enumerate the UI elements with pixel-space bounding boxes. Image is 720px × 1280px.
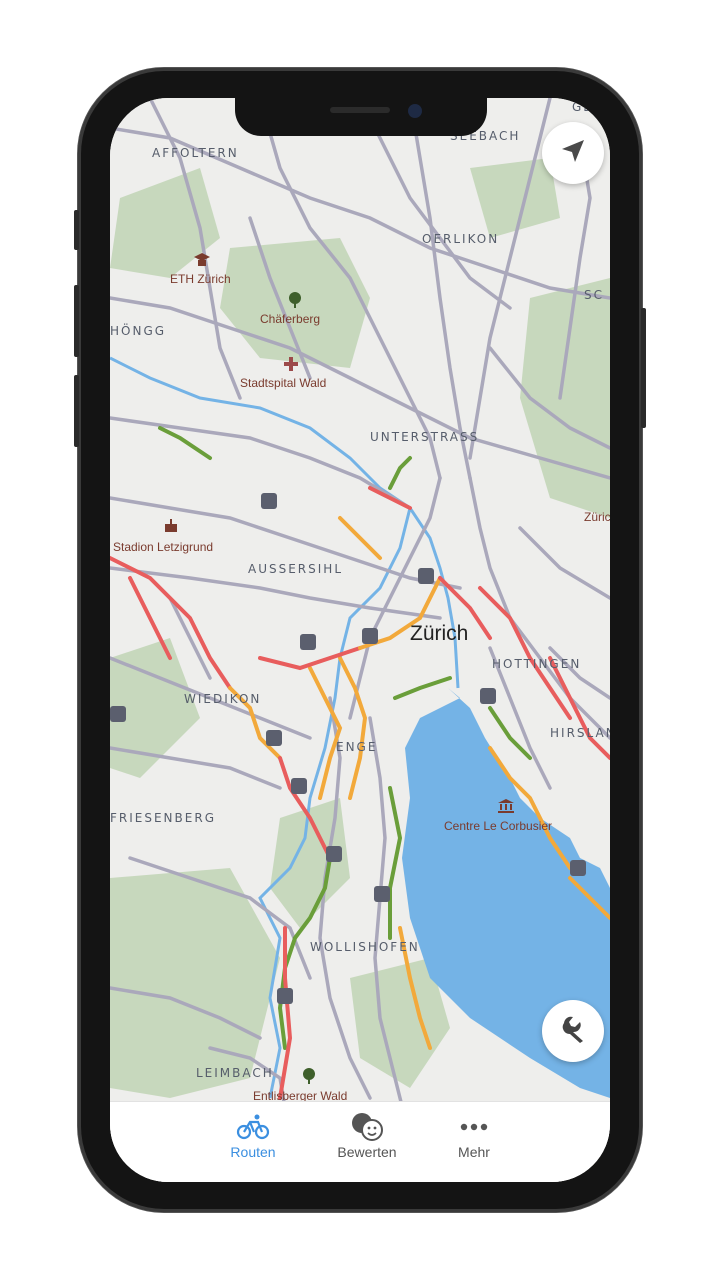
district-label-wiedikon: WIEDIKON xyxy=(184,692,262,706)
district-label-hirslanden: HIRSLANDEN xyxy=(550,726,610,740)
poi-chaferberg: Chäferberg xyxy=(260,312,321,326)
tools-button[interactable] xyxy=(542,1000,604,1062)
district-label-enge: ENGE xyxy=(336,740,378,754)
museum-icon xyxy=(498,798,514,813)
navigation-arrow-icon xyxy=(559,137,587,169)
tab-bewerten-label: Bewerten xyxy=(337,1144,397,1160)
tab-routen[interactable]: Routen xyxy=(203,1110,303,1160)
map-canvas[interactable] xyxy=(110,98,610,1182)
power-button xyxy=(641,308,646,428)
earpiece-speaker xyxy=(330,107,390,113)
notch xyxy=(235,98,487,136)
poi-stadion-letzigrund: Stadion Letzigrund xyxy=(113,540,214,554)
district-label-wollishofen: WOLLISHOFEN xyxy=(310,940,420,954)
district-label-affoltern: AFFOLTERN xyxy=(152,146,239,160)
district-label-friesenberg: FRIESENBERG xyxy=(110,811,216,825)
district-label-hottingen: HOTTINGEN xyxy=(492,657,582,671)
district-label-aussersihl: AUSSERSIHL xyxy=(248,562,344,576)
district-label-unterstrass: UNTERSTRASS xyxy=(370,430,480,444)
rating-faces-icon xyxy=(317,1110,417,1144)
tab-mehr-label: Mehr xyxy=(458,1144,490,1160)
hospital-icon xyxy=(283,356,299,372)
district-label-gl: GL xyxy=(572,100,592,114)
bicycle-icon xyxy=(203,1110,303,1144)
poi-centre-le-corbusier: Centre Le Corbusier xyxy=(444,819,553,833)
app-screen: AFFOLTERN OERLIKON UNTERSTRASS AUSSERSIH… xyxy=(110,98,610,1182)
district-label-sc: SC xyxy=(584,288,604,302)
tab-mehr[interactable]: Mehr xyxy=(424,1110,524,1160)
city-label: Zürich xyxy=(410,622,469,645)
tab-routen-label: Routen xyxy=(230,1144,276,1160)
mute-switch xyxy=(74,210,79,250)
bottom-tab-bar: Routen Bewerten Mehr xyxy=(110,1101,610,1182)
poi-eth-zurich: ETH Zürich xyxy=(170,272,231,286)
district-label-hongg: HÖNGG xyxy=(110,324,167,338)
tree-icon xyxy=(288,292,302,308)
volume-up-button xyxy=(74,285,79,357)
tab-bewerten[interactable]: Bewerten xyxy=(317,1110,417,1160)
university-icon xyxy=(194,252,210,266)
more-dots-icon xyxy=(424,1110,524,1144)
tree-icon xyxy=(302,1068,316,1084)
district-label-leimbach: LEIMBACH xyxy=(196,1066,274,1080)
stadium-icon xyxy=(164,518,178,532)
poi-stadtspital-wald: Stadtspital Wald xyxy=(240,376,327,390)
locate-button[interactable] xyxy=(542,122,604,184)
district-label-oerlikon: OERLIKON xyxy=(422,232,500,246)
wrench-icon xyxy=(558,1014,588,1048)
front-camera xyxy=(408,104,422,118)
volume-down-button xyxy=(74,375,79,447)
poi-zurichberg: Zürichberg xyxy=(584,510,610,524)
